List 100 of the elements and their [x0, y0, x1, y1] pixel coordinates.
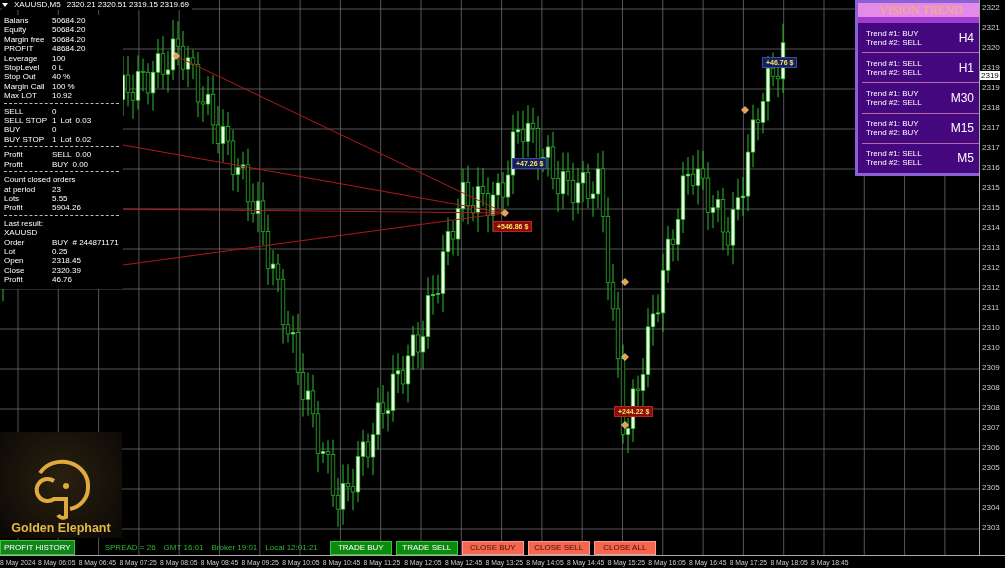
price-label: 2308 [982, 403, 1000, 412]
info-text: Last result: [4, 218, 45, 229]
info-text: Count closed orders [4, 175, 76, 185]
info-text: XAUUSD [4, 228, 39, 238]
info-text: Profit [4, 203, 24, 213]
info-text: Open [4, 256, 25, 266]
info-text: StopLevel [4, 63, 41, 73]
order-marker-icon [741, 106, 749, 114]
trend-text: Trend #1: SELL [866, 149, 922, 159]
info-text: Profit [4, 159, 24, 170]
dropdown-triangle-icon[interactable] [2, 3, 8, 7]
info-text: SELL [4, 106, 25, 117]
info-text: Margin free [4, 34, 46, 45]
info-text: BUY STOP [4, 134, 46, 145]
info-text: BUY [52, 159, 69, 170]
trend-text: Trend #2: SELL [866, 67, 922, 77]
price-label: 2321 [982, 23, 1000, 32]
info-text: 0 L [52, 63, 64, 73]
info-text: 50684.20 [52, 34, 86, 45]
price-label: 2322 [982, 3, 1000, 12]
price-label: 2317 [982, 143, 1000, 152]
price-label: 2308 [982, 383, 1000, 392]
info-text: 0 [52, 125, 57, 135]
price-label: 2307 [982, 423, 1000, 432]
trend-text: Trend #1: BUY [866, 119, 919, 129]
info-text: Leverage [4, 53, 39, 64]
timeframe-label: M30 [950, 91, 974, 105]
logo-text: Golden Elephant [11, 521, 111, 535]
info-text: Balans [4, 16, 30, 26]
price-label: 2314 [982, 223, 1000, 232]
trend-text: Trend #2: SELL [866, 158, 922, 168]
price-label: 2317 [982, 123, 1000, 132]
info-text: SELL STOP [4, 116, 48, 126]
info-text: Equity [4, 25, 28, 35]
trend-text: Trend #2: BUY [866, 128, 919, 138]
status-text: SPREAD = 26 [104, 543, 156, 552]
price-label: 2315 [982, 183, 1000, 192]
info-text: 0.00 [72, 159, 89, 170]
info-text: # 244871171 [72, 237, 119, 247]
trend-panel-title: VISION TREND [858, 3, 979, 17]
trade-button[interactable]: CLOSE BUY [461, 540, 524, 555]
symbol-label: XAUUSD,M5 [14, 0, 61, 10]
status-text: GMT 16:01 [163, 543, 204, 552]
trade-button[interactable]: CLOSE ALL [593, 540, 656, 555]
trade-button[interactable]: CLOSE SELL [527, 540, 590, 555]
info-text: Lots [4, 193, 20, 204]
info-text: Margin Call [4, 81, 46, 92]
info-text: 0.00 [75, 150, 92, 160]
info-text: 100 [52, 53, 66, 64]
info-text: at period [4, 184, 37, 194]
price-label: 2316 [982, 163, 1000, 172]
price-label: 2306 [982, 443, 1000, 452]
ohlc-prices: 2320.21 2320.51 2319.15 2319.69 [66, 0, 190, 10]
info-text: 1 [52, 116, 57, 126]
info-text: 50684.20 [52, 16, 86, 26]
info-text: 23 [52, 184, 61, 194]
trend-text: Trend #1: BUY [866, 28, 920, 38]
info-text: Max LOT [4, 91, 38, 101]
info-text: Profit [4, 150, 24, 160]
info-text: Order [4, 237, 26, 247]
info-text: Lot [4, 246, 17, 257]
info-text: 0.25 [52, 246, 68, 257]
info-text: 10.92 [52, 91, 73, 101]
profit-history-button[interactable]: PROFIT HISTORY [0, 540, 75, 555]
price-label: 2312 [982, 283, 1000, 292]
trend-text: Trend #1: SELL [866, 58, 922, 68]
info-text: 48684.20 [52, 44, 86, 54]
timeframe-label: H4 [958, 30, 974, 45]
info-text: 2320.39 [52, 265, 81, 276]
info-text: 50684.20 [52, 25, 86, 35]
price-label: 2304 [982, 503, 1000, 512]
info-text: Lot [60, 116, 72, 126]
info-text: 1 [52, 134, 57, 145]
order-marker-icon [172, 52, 180, 60]
trade-button[interactable]: TRADE BUY [329, 540, 392, 555]
info-text: 5904.26 [52, 203, 81, 213]
info-text: 100 % [52, 81, 75, 92]
timeframe-label: M15 [950, 121, 974, 136]
info-text: SELL [52, 150, 72, 160]
status-text: Broker 19:01 [211, 543, 258, 552]
info-text: 0.02 [75, 134, 92, 145]
price-label: 2310 [982, 323, 1000, 332]
status-text: Local 12:01:21 [265, 543, 318, 552]
info-text: Lot [60, 134, 72, 145]
info-text: 46.76 [52, 275, 73, 285]
timeframe-label: H1 [958, 60, 974, 75]
info-text: 5.55 [52, 193, 68, 204]
trade-button[interactable]: TRADE SELL [395, 540, 458, 555]
order-marker-icon [621, 421, 629, 429]
trend-text: Trend #2: SELL [866, 37, 922, 47]
info-text: BUY [4, 125, 22, 135]
info-text: BUY [52, 237, 69, 247]
info-text: 0 [52, 106, 57, 117]
price-label: 2319 [982, 63, 1000, 72]
price-label: 2303 [982, 523, 1000, 532]
order-marker-icon [621, 353, 629, 361]
info-text: PROFIT [4, 44, 35, 54]
info-text: Profit [4, 275, 24, 285]
info-text: Close [4, 265, 26, 276]
price-label: 2305 [982, 463, 1000, 472]
